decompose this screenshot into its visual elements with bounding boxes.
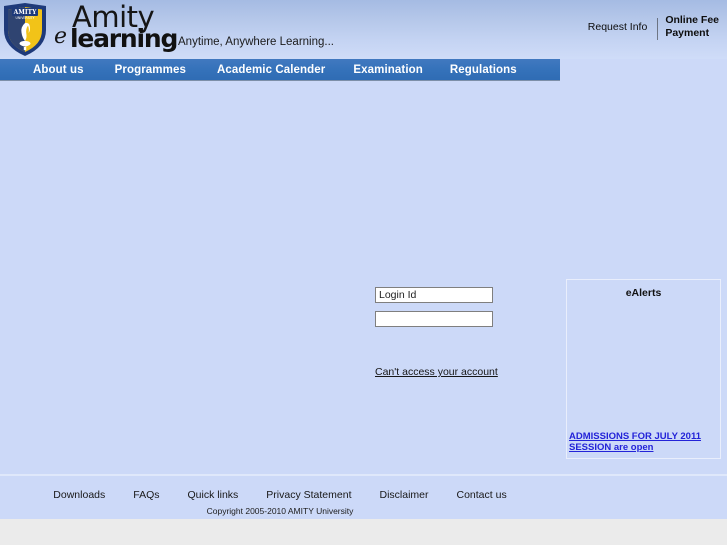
main-content: Can't access your account xyxy=(0,82,560,471)
online-fee-payment-line1: Online Fee xyxy=(665,14,719,26)
amity-shield-logo-icon: AMITY UNIVERSITY xyxy=(2,2,48,57)
nav-item-regulations[interactable]: Regulations xyxy=(450,64,517,76)
ealerts-panel: eAlerts ADMISSIONS FOR JULY 2011 SESSION… xyxy=(566,279,721,459)
svg-text:UNIVERSITY: UNIVERSITY xyxy=(16,16,35,20)
online-fee-payment-line2: Payment xyxy=(665,27,710,39)
online-fee-payment-link[interactable]: Online Fee Payment xyxy=(665,14,719,40)
footer-link-disclaimer[interactable]: Disclaimer xyxy=(379,489,428,501)
footer-link-quick-links[interactable]: Quick links xyxy=(188,489,239,501)
main-navigation: About us Programmes Academic Calender Ex… xyxy=(0,59,560,81)
footer-divider xyxy=(0,474,727,476)
footer-link-faqs[interactable]: FAQs xyxy=(133,489,159,501)
site-tagline: Anytime, Anywhere Learning... xyxy=(178,36,334,48)
footer-link-downloads[interactable]: Downloads xyxy=(53,489,105,501)
brand-logo[interactable]: AMITY UNIVERSITY Amity e learning xyxy=(0,0,178,59)
svg-text:AMITY: AMITY xyxy=(13,9,38,16)
ealerts-title: eAlerts xyxy=(625,287,662,299)
ealert-item-link[interactable]: ADMISSIONS FOR JULY 2011 SESSION are ope… xyxy=(569,431,719,453)
site-header: AMITY UNIVERSITY Amity e learning Anytim… xyxy=(0,0,727,59)
brand-wordmark: Amity e learning xyxy=(54,2,178,56)
wordmark-learning: learning xyxy=(70,23,178,53)
page-root: AMITY UNIVERSITY Amity e learning Anytim… xyxy=(0,0,727,519)
cant-access-account-link[interactable]: Can't access your account xyxy=(375,366,498,378)
header-utility-links: Request Info Online Fee Payment xyxy=(588,14,719,40)
nav-item-academic-calender[interactable]: Academic Calender xyxy=(217,64,325,76)
site-footer: Downloads FAQs Quick links Privacy State… xyxy=(0,480,560,516)
request-info-link[interactable]: Request Info xyxy=(588,14,648,33)
nav-item-examination[interactable]: Examination xyxy=(353,64,422,76)
login-form: Can't access your account xyxy=(375,287,498,378)
footer-link-list: Downloads FAQs Quick links Privacy State… xyxy=(0,480,560,501)
copyright-text: Copyright 2005-2010 AMITY University xyxy=(206,506,354,516)
header-divider xyxy=(657,18,659,40)
nav-item-about-us[interactable]: About us xyxy=(33,64,84,76)
password-input[interactable] xyxy=(375,311,493,327)
footer-link-contact-us[interactable]: Contact us xyxy=(457,489,507,501)
nav-item-programmes[interactable]: Programmes xyxy=(115,64,186,76)
footer-link-privacy-statement[interactable]: Privacy Statement xyxy=(266,489,351,501)
wordmark-e: e xyxy=(54,23,68,49)
ealerts-list: ADMISSIONS FOR JULY 2011 SESSION are ope… xyxy=(569,431,719,453)
login-id-input[interactable] xyxy=(375,287,493,303)
